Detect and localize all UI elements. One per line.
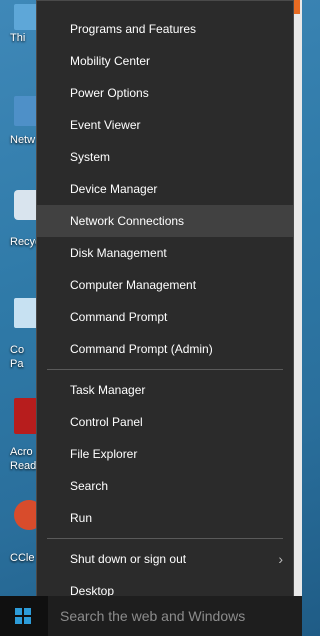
menu-separator	[47, 538, 283, 539]
control-panel-desktop-icon[interactable]: Co Pa	[0, 298, 44, 370]
menu-item-command-prompt-admin[interactable]: Command Prompt (Admin)	[37, 333, 293, 365]
this-pc-desktop-icon[interactable]: Thi	[0, 4, 44, 44]
desktop-icon-label: Thi	[10, 32, 26, 44]
ccleaner-desktop-icon[interactable]: CCle	[0, 500, 44, 564]
menu-separator	[47, 369, 283, 370]
menu-item-disk-management[interactable]: Disk Management	[37, 237, 293, 269]
menu-item-power-options[interactable]: Power Options	[37, 77, 293, 109]
desktop-icon-label: Pa	[10, 358, 24, 370]
desktop-icon-label: Co	[10, 344, 25, 356]
acrobat-reader-desktop-icon[interactable]: Acro Read	[0, 398, 42, 472]
taskbar: Search the web and Windows	[0, 596, 302, 636]
desktop-icon-label: Netw	[10, 134, 36, 146]
menu-item-file-explorer[interactable]: File Explorer	[37, 438, 293, 470]
menu-item-task-manager[interactable]: Task Manager	[37, 374, 293, 406]
desktop-icon-label: Acro	[10, 446, 33, 458]
menu-item-command-prompt[interactable]: Command Prompt	[37, 301, 293, 333]
menu-item-shut-down-or-sign-out[interactable]: Shut down or sign out ›	[37, 543, 293, 575]
menu-item-label: Shut down or sign out	[70, 552, 187, 566]
window-edge	[294, 0, 302, 596]
menu-item-mobility-center[interactable]: Mobility Center	[37, 45, 293, 77]
menu-item-run[interactable]: Run	[37, 502, 293, 534]
menu-item-system[interactable]: System	[37, 141, 293, 173]
menu-item-event-viewer[interactable]: Event Viewer	[37, 109, 293, 141]
menu-item-control-panel[interactable]: Control Panel	[37, 406, 293, 438]
network-desktop-icon[interactable]: Netw	[0, 96, 44, 146]
chevron-right-icon: ›	[278, 551, 283, 567]
windows-logo-icon	[15, 608, 31, 624]
taskbar-search-box[interactable]: Search the web and Windows	[48, 596, 302, 636]
menu-item-computer-management[interactable]: Computer Management	[37, 269, 293, 301]
menu-item-network-connections[interactable]: Network Connections	[37, 205, 293, 237]
quick-link-menu: Programs and Features Mobility Center Po…	[36, 0, 294, 608]
menu-item-device-manager[interactable]: Device Manager	[37, 173, 293, 205]
desktop-icon-label: Read	[10, 460, 37, 472]
start-button[interactable]	[0, 596, 48, 636]
menu-item-programs-and-features[interactable]: Programs and Features	[37, 13, 293, 45]
menu-item-search[interactable]: Search	[37, 470, 293, 502]
desktop-icon-label: CCle	[10, 552, 35, 564]
recycle-bin-desktop-icon[interactable]: Recyc	[0, 190, 44, 248]
